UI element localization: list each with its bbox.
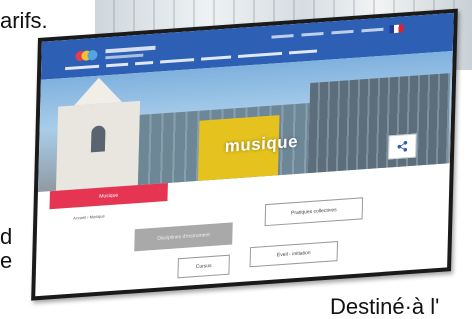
website-screen: musique Musique Accueil › Musique Discip… <box>35 12 454 297</box>
cursus-button[interactable]: Cursus <box>177 254 230 279</box>
background-text-top: arifs. <box>0 8 48 33</box>
pratiques-collectives-button[interactable]: Pratiques collectives <box>264 197 364 227</box>
language-flag-icon[interactable] <box>389 24 404 34</box>
share-icon <box>397 140 408 152</box>
church-building <box>55 100 141 191</box>
logo-text-line <box>105 45 156 54</box>
breadcrumb[interactable]: Accueil › Musique <box>73 213 105 220</box>
background-text-left-2: e <box>0 248 13 273</box>
card-frame: musique Musique Accueil › Musique Discip… <box>31 8 458 301</box>
share-button[interactable] <box>388 133 417 160</box>
utility-links[interactable] <box>271 27 384 39</box>
eveil-initiation-button[interactable]: Eveil - initiation <box>249 241 339 268</box>
logo-text-line-2 <box>105 53 144 60</box>
modern-building <box>307 73 451 174</box>
site-logo[interactable] <box>75 48 101 64</box>
background-text-left-1: d <box>0 224 13 249</box>
website-screenshot-card: musique Musique Accueil › Musique Discip… <box>31 8 458 301</box>
background-text-bottom: Destiné·à l' <box>330 294 440 319</box>
disciplines-button[interactable]: Disciplines d'instrument <box>134 222 233 252</box>
